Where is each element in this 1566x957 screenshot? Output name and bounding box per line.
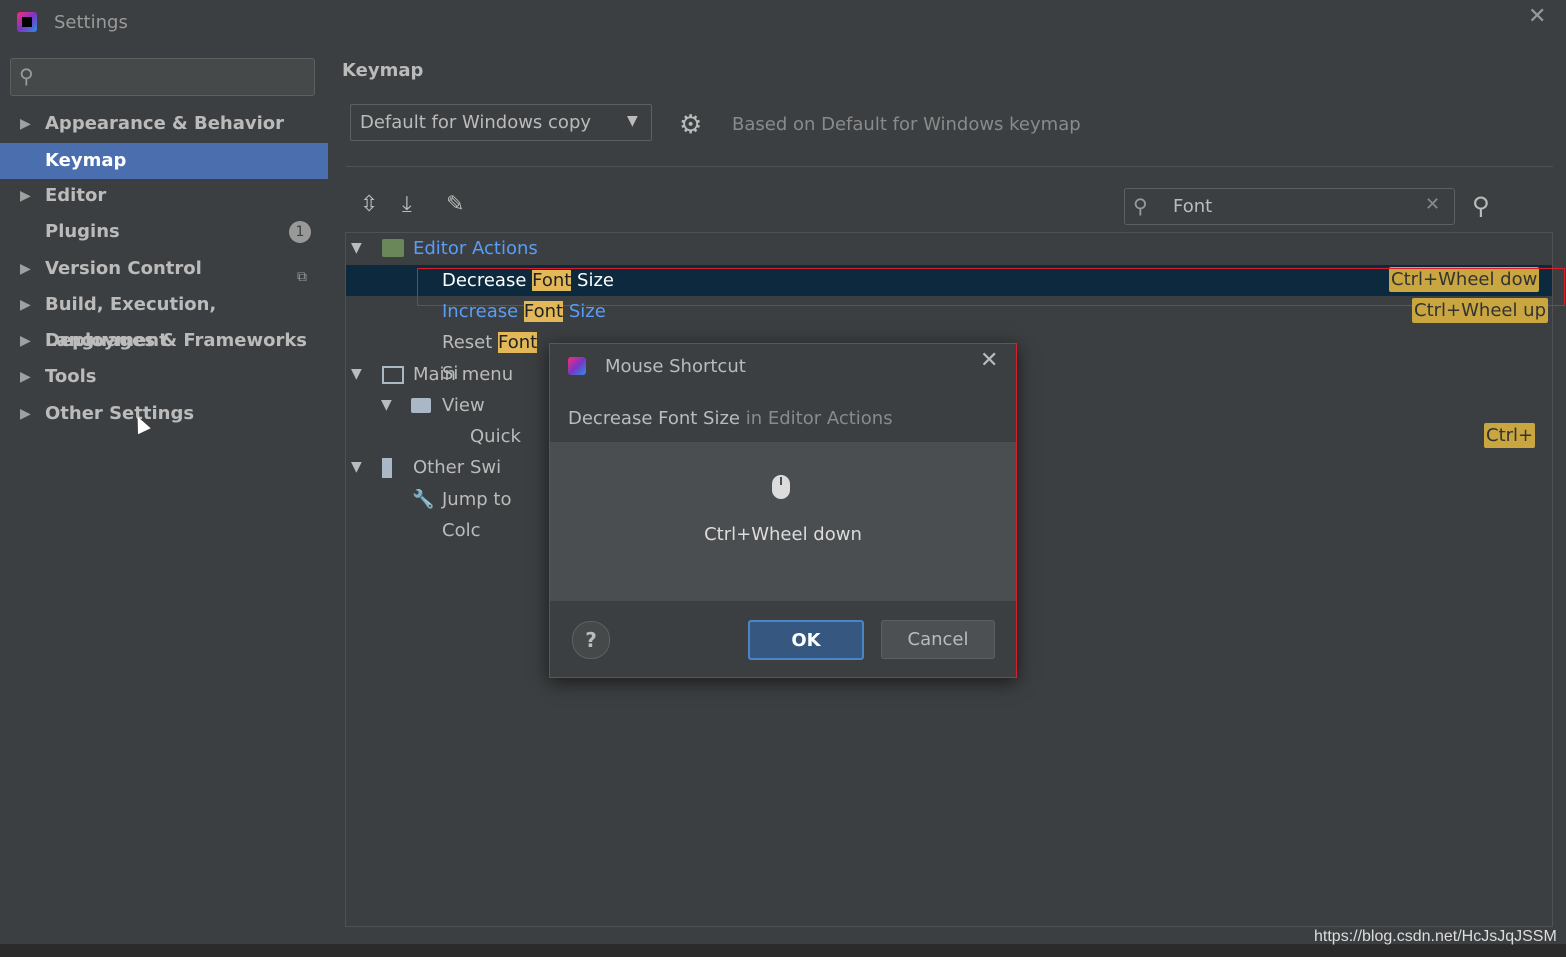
chevron-down-icon: ▼ xyxy=(627,113,638,129)
help-button[interactable]: ? xyxy=(572,621,610,659)
captured-shortcut: Ctrl+Wheel down xyxy=(704,524,862,545)
tree-label: Jump to Colc xyxy=(442,489,512,541)
expand-arrow-icon[interactable]: ▶ xyxy=(20,106,31,142)
edit-pencil-icon[interactable]: ✎ xyxy=(446,192,464,217)
cancel-button[interactable]: Cancel xyxy=(881,620,995,659)
expand-arrow-icon[interactable]: ▶ xyxy=(20,396,31,432)
tree-row-reset-font[interactable]: Reset Font Si xyxy=(346,327,546,384)
dialog-description: Decrease Font Size in Editor Actions xyxy=(568,408,893,429)
search-icon: ⚲ xyxy=(19,64,34,88)
keymap-select-value: Default for Windows copy xyxy=(360,112,592,133)
based-on-label: Based on Default for Windows keymap xyxy=(732,114,1081,135)
sidebar-item-plugins[interactable]: Plugins 1 xyxy=(0,214,328,250)
sidebar-item-appearance[interactable]: ▶ Appearance & Behavior xyxy=(0,106,328,142)
sidebar-item-label: Keymap xyxy=(45,150,127,171)
expand-arrow-icon[interactable]: ▶ xyxy=(20,323,31,359)
sidebar-item-tools[interactable]: ▶ Tools xyxy=(0,359,328,395)
intellij-logo-icon xyxy=(17,12,37,32)
tree-label: Other xyxy=(413,457,465,478)
action-context: in Editor Actions xyxy=(745,408,893,429)
sidebar-search-input[interactable]: ⚲ xyxy=(10,58,315,96)
tree-label: Increase Font Size xyxy=(442,301,606,322)
window-close-icon[interactable]: ✕ xyxy=(1528,4,1546,29)
expand-arrow-icon[interactable]: ▼ xyxy=(351,359,362,390)
tree-row-increase-font[interactable]: Increase Font Size Ctrl+Wheel up xyxy=(346,296,1552,327)
tree-label: Editor Actions xyxy=(413,238,538,259)
other-group-icon xyxy=(382,458,402,478)
expand-arrow-icon[interactable]: ▶ xyxy=(20,251,31,287)
sidebar-item-build[interactable]: ▶ Build, Execution, Deployment xyxy=(0,287,328,351)
sidebar-item-keymap[interactable]: Keymap xyxy=(0,143,328,179)
collapse-all-icon[interactable]: ⤓ xyxy=(402,192,412,217)
tree-row-main-menu[interactable]: ▼ Main menu xyxy=(346,359,546,390)
tree-row-editor-actions[interactable]: ▼ Editor Actions xyxy=(346,233,1552,264)
expand-arrow-icon[interactable]: ▼ xyxy=(381,390,392,421)
sidebar-item-label: Appearance & Behavior xyxy=(45,113,285,134)
expand-all-icon[interactable]: ⇳ xyxy=(360,192,378,217)
tree-row-jump-to-color[interactable]: 🔧 Jump to Colc xyxy=(346,484,546,541)
sidebar-item-label: Languages & Frameworks xyxy=(45,330,308,351)
mouse-shortcut-dialog: Mouse Shortcut ✕ Decrease Font Size in E… xyxy=(549,343,1017,678)
tree-row-quick-switch[interactable]: Quick Swi xyxy=(346,421,546,478)
wrench-icon: 🔧 xyxy=(412,489,435,510)
menu-icon xyxy=(382,366,404,384)
page-title: Keymap xyxy=(342,60,424,81)
find-by-shortcut-icon[interactable]: ⚲ xyxy=(1472,192,1490,220)
gear-icon[interactable]: ⚙ xyxy=(679,110,702,140)
title-bar xyxy=(0,0,1566,48)
expand-arrow-icon[interactable]: ▼ xyxy=(351,452,362,483)
watermark: https://blog.csdn.net/HcJsJqJSSM xyxy=(1314,928,1557,945)
sidebar-item-version-control[interactable]: ▶ Version Control ⧉ xyxy=(0,251,328,287)
shortcut-capture-area[interactable] xyxy=(550,442,1016,601)
sidebar-item-label: Version Control xyxy=(45,258,202,279)
editor-actions-icon xyxy=(382,239,404,257)
keymap-select[interactable]: Default for Windows copy ▼ xyxy=(350,104,652,141)
close-icon[interactable]: ✕ xyxy=(980,348,998,373)
expand-arrow-icon[interactable]: ▶ xyxy=(20,287,31,323)
clear-search-icon[interactable]: ✕ xyxy=(1425,194,1440,215)
sidebar-item-label: Tools xyxy=(45,366,97,387)
mouse-icon xyxy=(772,475,790,499)
sidebar-item-other-settings[interactable]: ▶ Other Settings xyxy=(0,396,328,432)
sidebar-item-languages[interactable]: ▶ Languages & Frameworks xyxy=(0,323,328,359)
expand-arrow-icon[interactable]: ▶ xyxy=(20,359,31,395)
divider xyxy=(346,166,1553,167)
sidebar-item-editor[interactable]: ▶ Editor xyxy=(0,178,328,214)
sidebar-item-label: Plugins xyxy=(45,221,120,242)
sidebar-item-label: Editor xyxy=(45,185,107,206)
shortcut-badge: Ctrl+ xyxy=(1484,423,1536,448)
sidebar-item-label: Other Settings xyxy=(45,403,195,424)
search-icon: ⚲ xyxy=(1133,194,1148,218)
search-value: Font xyxy=(1173,196,1213,217)
ok-button[interactable]: OK xyxy=(748,620,864,660)
expand-arrow-icon[interactable]: ▼ xyxy=(351,233,362,264)
keymap-search-input[interactable]: ⚲ Font ✕ xyxy=(1124,188,1455,225)
folder-icon xyxy=(411,398,431,413)
plugins-update-badge: 1 xyxy=(289,221,311,243)
expand-arrow-icon[interactable]: ▶ xyxy=(20,178,31,214)
tree-row-view[interactable]: ▼ View xyxy=(346,390,546,421)
tree-label: Main menu xyxy=(413,364,514,385)
tree-row-other[interactable]: ▼ Other xyxy=(346,452,546,483)
shortcut-badge: Ctrl+Wheel up xyxy=(1412,298,1549,323)
window-title: Settings xyxy=(54,12,128,33)
action-name: Decrease Font Size xyxy=(568,408,740,429)
tree-label: View xyxy=(442,395,485,416)
intellij-logo-icon xyxy=(568,357,586,375)
dialog-title: Mouse Shortcut xyxy=(605,356,746,377)
